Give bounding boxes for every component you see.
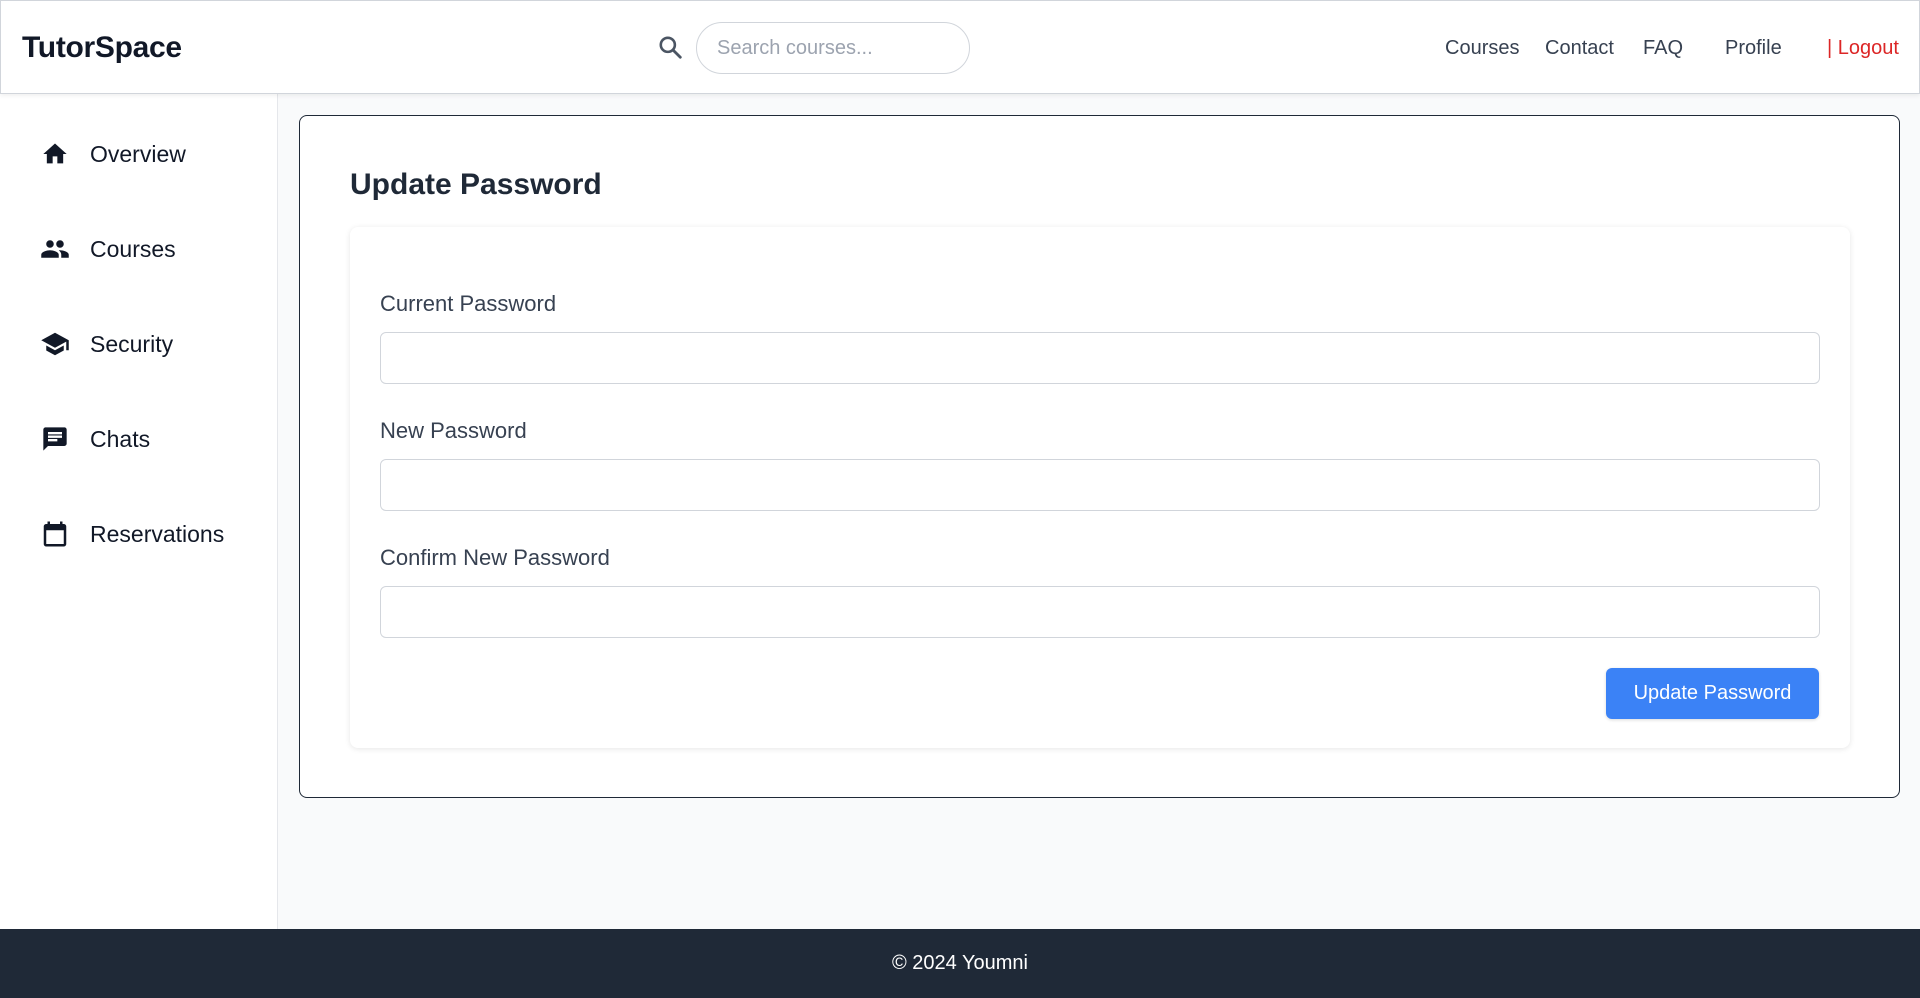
confirm-password-label: Confirm New Password — [380, 545, 610, 570]
footer: © 2024 Youmni — [0, 929, 1920, 998]
home-icon — [40, 139, 70, 169]
nav-courses[interactable]: Courses — [1445, 37, 1519, 60]
sidebar-item-courses[interactable]: Courses — [40, 229, 260, 269]
nav-faq[interactable]: FAQ — [1643, 37, 1683, 60]
nav-logout[interactable]: | Logout — [1827, 37, 1899, 60]
search-input[interactable] — [696, 22, 970, 74]
nav-profile[interactable]: Profile — [1725, 37, 1782, 60]
sidebar-item-label: Courses — [90, 235, 176, 262]
sidebar-item-chats[interactable]: Chats — [40, 419, 260, 459]
app-logo[interactable]: TutorSpace — [22, 31, 182, 65]
top-header: TutorSpace Courses Contact FAQ Profile |… — [0, 0, 1920, 94]
sidebar: Overview Courses Security Chats Reservat… — [0, 94, 278, 929]
sidebar-item-label: Security — [90, 330, 174, 357]
sidebar-item-security[interactable]: Security — [40, 324, 260, 364]
update-password-button[interactable]: Update Password — [1606, 668, 1819, 719]
sidebar-item-label: Reservations — [90, 520, 225, 547]
sidebar-item-overview[interactable]: Overview — [40, 134, 260, 174]
sidebar-item-reservations[interactable]: Reservations — [40, 514, 260, 554]
current-password-input[interactable] — [380, 332, 1820, 384]
sidebar-item-label: Chats — [90, 425, 151, 452]
confirm-password-input[interactable] — [380, 586, 1820, 638]
new-password-input[interactable] — [380, 459, 1820, 511]
update-password-form: Current Password New Password Confirm Ne… — [350, 227, 1850, 748]
footer-copyright: © 2024 Youmni — [892, 952, 1028, 974]
people-icon — [40, 234, 70, 264]
main-card: Update Password Current Password New Pas… — [299, 115, 1900, 798]
graduation-cap-icon — [40, 329, 70, 359]
calendar-icon — [40, 519, 70, 549]
search-icon[interactable] — [657, 34, 683, 60]
page-title: Update Password — [350, 168, 602, 201]
chat-icon — [40, 424, 70, 454]
sidebar-item-label: Overview — [90, 140, 186, 167]
new-password-label: New Password — [380, 418, 527, 443]
current-password-label: Current Password — [380, 291, 557, 316]
nav-contact[interactable]: Contact — [1545, 37, 1614, 60]
